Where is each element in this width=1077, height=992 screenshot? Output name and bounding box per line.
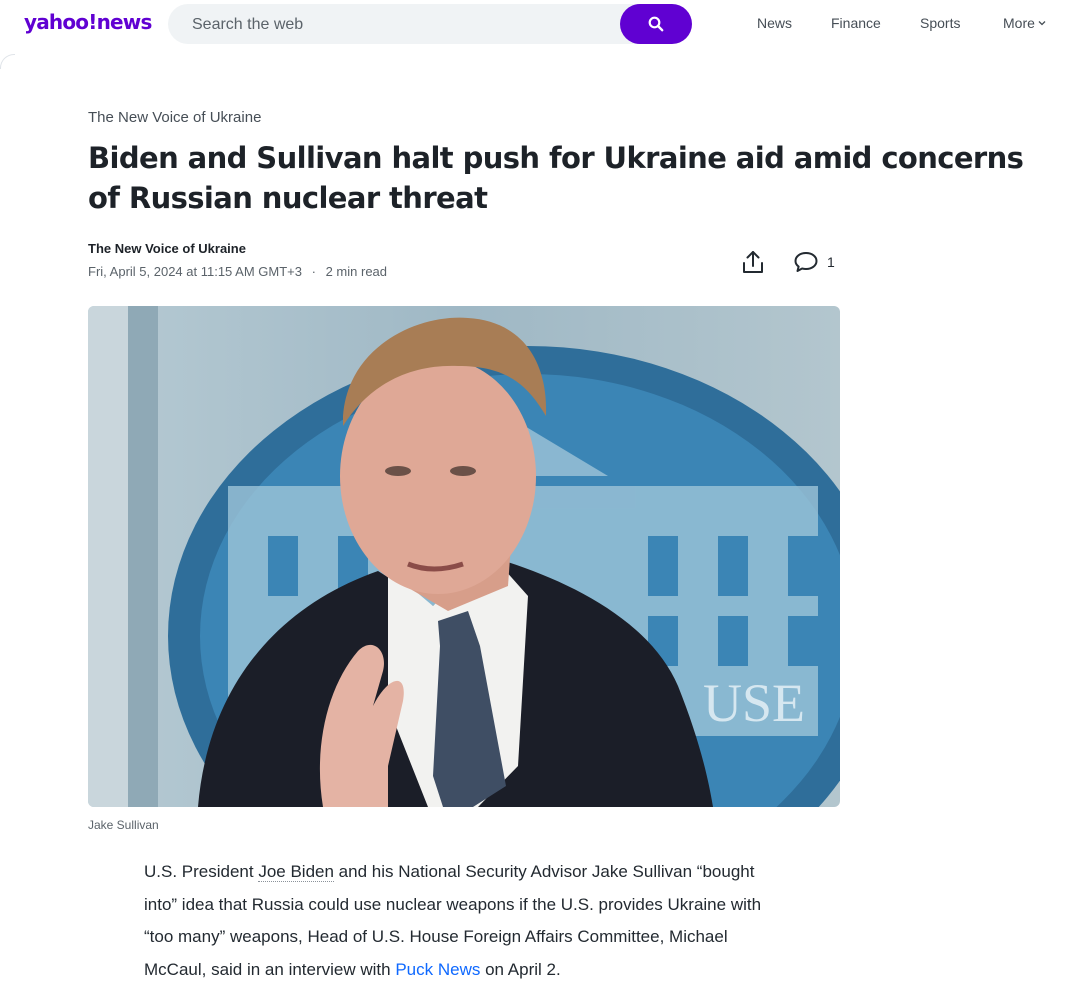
nav-finance[interactable]: Finance bbox=[831, 15, 881, 31]
comment-bubble-icon bbox=[794, 252, 818, 272]
nav-more-label: More bbox=[1003, 15, 1035, 31]
top-header: yahoo!news News Finance Sports More bbox=[0, 0, 1077, 48]
nav-news[interactable]: News bbox=[757, 15, 792, 31]
share-button[interactable] bbox=[740, 249, 766, 275]
meta-separator: · bbox=[311, 264, 316, 279]
yahoo-news-logo[interactable]: yahoo!news bbox=[24, 10, 152, 34]
share-icon bbox=[743, 251, 763, 273]
body-text-1: U.S. President bbox=[144, 862, 259, 881]
author-name[interactable]: The New Voice of Ukraine bbox=[88, 241, 246, 256]
search-button[interactable] bbox=[620, 4, 692, 44]
body-text-3: on April 2. bbox=[480, 959, 561, 979]
article-headline: Biden and Sullivan halt push for Ukraine… bbox=[88, 141, 1024, 215]
article-paragraph: U.S. President Joe Biden and his Nationa… bbox=[144, 856, 784, 986]
search-bar bbox=[168, 4, 692, 46]
read-time: 2 min read bbox=[325, 264, 388, 279]
nav-more[interactable]: More bbox=[1003, 15, 1046, 31]
article-photo[interactable]: USE bbox=[88, 306, 840, 807]
article-image: USE bbox=[88, 306, 840, 807]
comment-count: 1 bbox=[827, 254, 835, 270]
search-icon bbox=[648, 16, 664, 32]
content-edge bbox=[0, 54, 15, 69]
provider-label[interactable]: The New Voice of Ukraine bbox=[88, 109, 261, 126]
nav-sports[interactable]: Sports bbox=[920, 15, 960, 31]
entity-link-joe-biden[interactable]: Joe Biden bbox=[258, 862, 334, 882]
comments-button[interactable]: 1 bbox=[793, 250, 835, 274]
article-meta: Fri, April 5, 2024 at 11:15 AM GMT+3 · 2… bbox=[88, 264, 387, 279]
publish-date: Fri, April 5, 2024 at 11:15 AM GMT+3 bbox=[88, 264, 302, 279]
image-caption: Jake Sullivan bbox=[88, 818, 159, 832]
search-input[interactable] bbox=[190, 4, 614, 46]
chevron-down-icon bbox=[1038, 21, 1046, 26]
puck-news-link[interactable]: Puck News bbox=[395, 960, 480, 979]
seal-text: USE bbox=[703, 673, 805, 733]
